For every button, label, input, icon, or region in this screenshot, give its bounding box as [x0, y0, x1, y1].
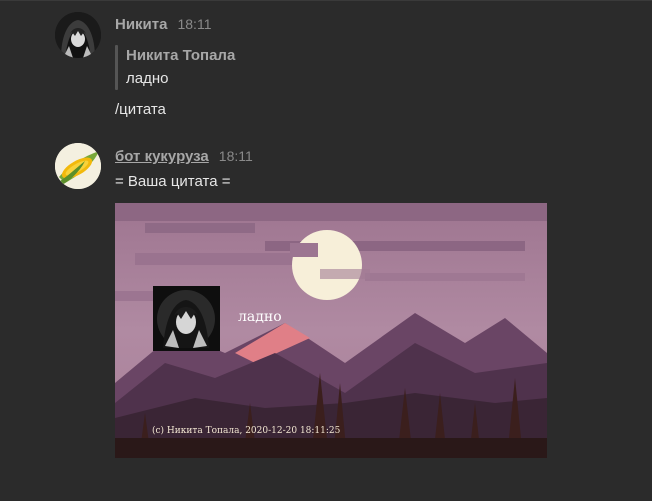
quote-card-text: ладно [238, 309, 282, 325]
quote-author-avatar-icon [153, 286, 220, 351]
timestamp: 18:11 [177, 16, 212, 32]
quote-author: Никита Топала [126, 47, 236, 64]
user-avatar-icon[interactable] [55, 12, 101, 58]
top-divider [0, 0, 652, 1]
timestamp: 18:11 [218, 148, 253, 164]
bot-username[interactable]: бот кукуруза [115, 148, 209, 165]
message-text: = Ваша цитата = [115, 173, 231, 190]
bot-avatar-icon[interactable] [55, 143, 101, 189]
quote-card-image[interactable]: ладно (c) Никита Топала, 2020-12-20 18:1… [115, 203, 547, 458]
message-text: /цитата [115, 101, 166, 118]
username[interactable]: Никита [115, 16, 167, 33]
quote-card-caption: (c) Никита Топала, 2020-12-20 18:11:25 [152, 426, 341, 436]
message-header: Никита 18:11 [115, 16, 211, 33]
quote-bar [115, 45, 118, 90]
quote-text: ладно [126, 70, 169, 87]
message-header: бот кукуруза 18:11 [115, 148, 253, 165]
